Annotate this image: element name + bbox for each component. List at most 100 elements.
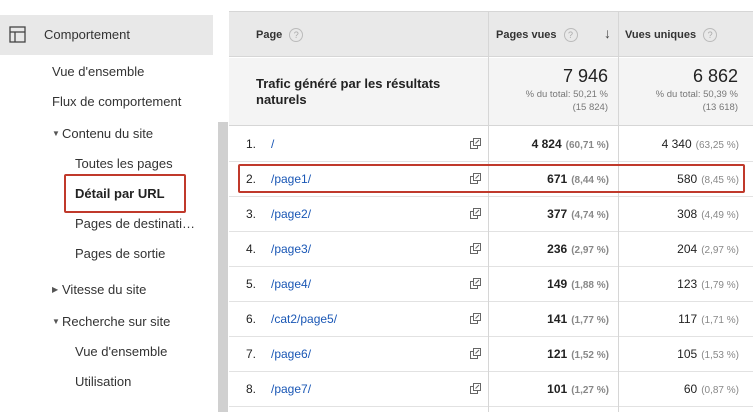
- pageviews-cell: 141 (1,77 %): [491, 312, 609, 326]
- column-header-label: Vues uniques: [625, 29, 697, 41]
- pageviews-cell: 121 (1,52 %): [491, 347, 609, 361]
- row-number: 4.: [246, 242, 257, 256]
- unique-views-cell: 204 (2,97 %): [621, 242, 739, 256]
- total-percent: % du total: 50,21 %: [525, 89, 608, 100]
- sidebar-item-site-content[interactable]: ▼ Contenu du site: [52, 126, 153, 141]
- unique-views-percent: (2,97 %): [701, 245, 739, 256]
- unique-views-percent: (1,71 %): [701, 315, 739, 326]
- help-icon[interactable]: ?: [703, 28, 718, 42]
- pageviews-cell: 236 (2,97 %): [491, 242, 609, 256]
- table-header: Page ? Pages vues ? ↓ Vues uniques ?: [229, 11, 753, 57]
- column-header-label: Pages vues: [496, 29, 557, 41]
- pageviews-percent: (1,88 %): [571, 280, 609, 291]
- page-url-link[interactable]: /page7/: [271, 382, 311, 396]
- unique-views-value: 4 340: [661, 137, 692, 151]
- page-url-link[interactable]: /page6/: [271, 347, 311, 361]
- pageviews-cell: 377 (4,74 %): [491, 207, 609, 221]
- unique-views-percent: (4,49 %): [701, 210, 739, 221]
- page-url-link[interactable]: /: [271, 137, 274, 151]
- row-highlight: [238, 164, 745, 193]
- table-row[interactable]: 3. /page2/ 377 (4,74 %) 308 (4,49 %): [229, 197, 753, 232]
- row-number: 1.: [246, 137, 257, 151]
- sidebar-item-url-detail[interactable]: Détail par URL: [75, 186, 165, 201]
- pageviews-cell: 101 (1,27 %): [491, 382, 609, 396]
- unique-views-percent: (1,53 %): [701, 350, 739, 361]
- page-url-link[interactable]: /page3/: [271, 242, 311, 256]
- pageviews-value: 377: [547, 207, 568, 221]
- unique-views-percent: (1,79 %): [701, 280, 739, 291]
- external-link-icon[interactable]: [470, 208, 481, 219]
- column-header-page[interactable]: Page ?: [256, 12, 304, 58]
- row-number: 6.: [246, 312, 257, 326]
- sidebar-item-landing-pages[interactable]: Pages de destinati…: [75, 216, 195, 231]
- unique-views-cell: 123 (1,79 %): [621, 277, 739, 291]
- sidebar-scrollbar[interactable]: [218, 122, 228, 412]
- pageviews-cell: 149 (1,88 %): [491, 277, 609, 291]
- unique-views-cell: 4 340 (63,25 %): [621, 137, 739, 151]
- help-icon[interactable]: ?: [289, 28, 304, 42]
- sidebar-item-site-search[interactable]: ▼ Recherche sur site: [52, 314, 170, 329]
- sidebar-item-label: Vitesse du site: [62, 282, 147, 297]
- unique-views-cell: 308 (4,49 %): [621, 207, 739, 221]
- sidebar-item-behavior-flow[interactable]: Flux de comportement: [52, 94, 181, 109]
- external-link-icon[interactable]: [470, 278, 481, 289]
- external-link-icon[interactable]: [470, 348, 481, 359]
- row-number: 5.: [246, 277, 257, 291]
- unique-views-percent: (63,25 %): [695, 140, 739, 151]
- sort-desc-icon[interactable]: ↓: [604, 25, 611, 41]
- total-absolute: (13 618): [702, 102, 738, 113]
- table-row[interactable]: 5. /page4/ 149 (1,88 %) 123 (1,79 %): [229, 267, 753, 302]
- unique-views-cell: 117 (1,71 %): [621, 312, 739, 326]
- table-row[interactable]: 7. /page6/ 121 (1,52 %) 105 (1,53 %): [229, 337, 753, 372]
- sidebar-item-all-pages[interactable]: Toutes les pages: [75, 156, 173, 171]
- segment-title: Trafic généré par les résultats naturels: [256, 76, 441, 107]
- unique-views-value: 308: [677, 207, 698, 221]
- pageviews-cell: 4 824 (60,71 %): [491, 137, 609, 151]
- external-link-icon[interactable]: [470, 243, 481, 254]
- sidebar-section-label: Comportement: [44, 27, 130, 42]
- unique-views-value: 204: [677, 242, 698, 256]
- pageviews-value: 149: [547, 277, 568, 291]
- external-link-icon[interactable]: [470, 313, 481, 324]
- page-url-link[interactable]: /page2/: [271, 207, 311, 221]
- total-value: 6 862: [692, 66, 738, 86]
- table-row[interactable]: 6. /cat2/page5/ 141 (1,77 %) 117 (1,71 %): [229, 302, 753, 337]
- column-header-unique-views[interactable]: Vues uniques ?: [625, 12, 718, 58]
- table-row[interactable]: 1. / 4 824 (60,71 %) 4 340 (63,25 %): [229, 127, 753, 162]
- sidebar-item-exit-pages[interactable]: Pages de sortie: [75, 246, 165, 261]
- caret-down-icon: ▼: [52, 317, 60, 326]
- table-row[interactable]: 4. /page3/ 236 (2,97 %) 204 (2,97 %): [229, 232, 753, 267]
- row-number: 8.: [246, 382, 257, 396]
- page-url-link[interactable]: /cat2/page5/: [271, 312, 337, 326]
- pageviews-percent: (1,27 %): [571, 385, 609, 396]
- sidebar-section-behavior[interactable]: Comportement: [0, 15, 213, 55]
- sidebar-item-label: Contenu du site: [62, 126, 154, 141]
- sidebar-item-search-overview[interactable]: Vue d'ensemble: [75, 344, 167, 359]
- pageviews-value: 101: [547, 382, 568, 396]
- column-divider: [618, 11, 619, 412]
- sidebar-item-site-speed[interactable]: ▶ Vitesse du site: [52, 282, 146, 297]
- external-link-icon[interactable]: [470, 138, 481, 149]
- table-row[interactable]: 8. /page7/ 101 (1,27 %) 60 (0,87 %): [229, 372, 753, 407]
- external-link-icon[interactable]: [470, 383, 481, 394]
- unique-views-value: 117: [678, 312, 698, 326]
- sidebar-item-usage[interactable]: Utilisation: [75, 374, 131, 389]
- column-header-pageviews[interactable]: Pages vues ?: [496, 12, 578, 58]
- unique-views-value: 105: [677, 347, 698, 361]
- help-icon[interactable]: ?: [563, 28, 578, 42]
- sidebar-nav: Comportement Vue d'ensemble Flux de comp…: [0, 0, 228, 412]
- unique-views-cell: 105 (1,53 %): [621, 347, 739, 361]
- unique-views-value: 60: [683, 382, 698, 396]
- page-url-link[interactable]: /page4/: [271, 277, 311, 291]
- unique-views-cell: 60 (0,87 %): [621, 382, 739, 396]
- report-table: Page ? Pages vues ? ↓ Vues uniques ? Tra…: [229, 11, 753, 412]
- pageviews-percent: (2,97 %): [571, 245, 609, 256]
- sidebar-item-overview[interactable]: Vue d'ensemble: [52, 64, 144, 79]
- pageviews-value: 4 824: [531, 137, 562, 151]
- pageviews-percent: (1,52 %): [571, 350, 609, 361]
- column-header-label: Page: [256, 29, 283, 41]
- unique-views-percent: (0,87 %): [701, 385, 739, 396]
- total-absolute: (15 824): [572, 102, 608, 113]
- summary-unique-views: 6 862 % du total: 50,39 % (13 618): [621, 66, 738, 113]
- caret-down-icon: ▼: [52, 129, 60, 138]
